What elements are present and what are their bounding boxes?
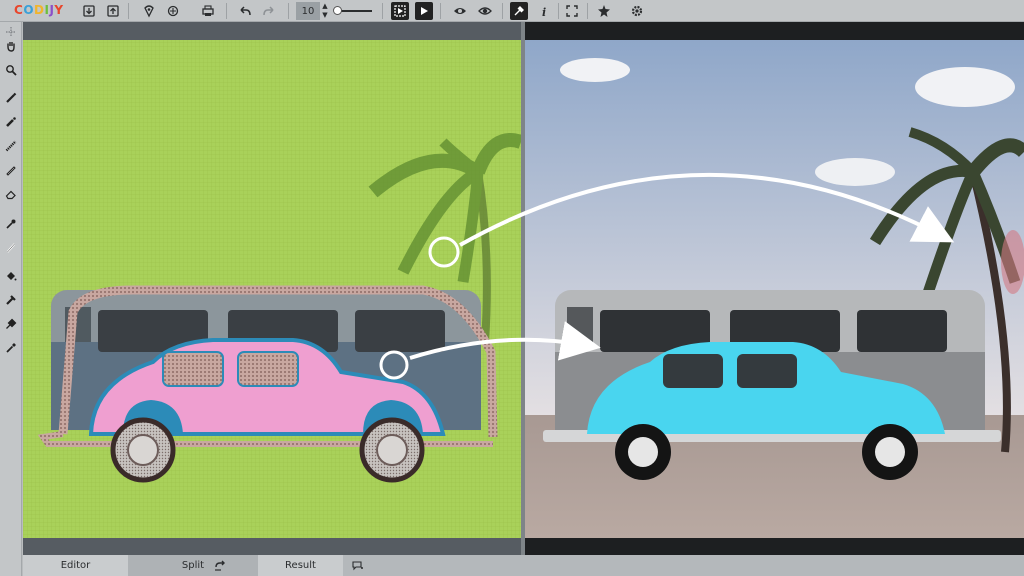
toolbar-separator (587, 3, 588, 19)
info-icon[interactable]: i (535, 2, 553, 20)
toolbar-separator (128, 3, 129, 19)
play-icon[interactable] (415, 2, 433, 20)
eyedropper-icon[interactable] (3, 340, 19, 356)
tab-editor[interactable]: Editor (23, 555, 128, 576)
result-image (525, 22, 1024, 555)
save-icon[interactable] (140, 2, 158, 20)
toolbar-separator (502, 3, 503, 19)
dropper-icon[interactable] (3, 216, 19, 232)
tab-result[interactable]: Result (258, 555, 343, 576)
editor-canvas[interactable] (23, 22, 521, 555)
tab-split[interactable]: Split (128, 555, 258, 576)
swap-panes-icon[interactable] (213, 558, 227, 572)
fit-screen-icon[interactable] (563, 2, 581, 20)
print-icon[interactable] (199, 2, 217, 20)
gear-icon[interactable] (628, 2, 646, 20)
toolbar-separator (440, 3, 441, 19)
hand-icon[interactable] (3, 38, 19, 54)
export-icon[interactable] (104, 2, 122, 20)
color-picker-icon[interactable] (510, 2, 528, 20)
show-strokes-icon[interactable] (451, 2, 469, 20)
logo-letter: Y (54, 3, 64, 17)
preview-mode-icon[interactable] (391, 2, 409, 20)
dashed-brush-icon[interactable] (3, 138, 19, 154)
brush-size-slider-thumb[interactable] (333, 6, 342, 15)
brush-size-field[interactable]: 10 (296, 2, 320, 20)
result-canvas[interactable] (525, 22, 1024, 555)
pencil-icon[interactable] (3, 90, 19, 106)
codijy-app: CODIJY 10 ▲ ▼ i Editor Split Result (0, 0, 1024, 576)
editor-image (23, 22, 521, 555)
swap-icon[interactable] (3, 316, 19, 332)
app-logo: CODIJY (14, 3, 64, 17)
line-icon[interactable] (3, 240, 19, 256)
toolbar-separator (558, 3, 559, 19)
marker-icon[interactable] (3, 114, 19, 130)
logo-letter: O (23, 3, 35, 17)
logo-letter: D (34, 3, 45, 17)
eraser-icon[interactable] (3, 186, 19, 202)
colorize-icon[interactable] (164, 2, 182, 20)
toolbar-separator (288, 3, 289, 19)
stamp-icon[interactable] (3, 292, 19, 308)
toolbar-separator (382, 3, 383, 19)
redo-icon[interactable] (260, 2, 278, 20)
show-masks-icon[interactable] (476, 2, 494, 20)
settings-icon[interactable] (595, 2, 613, 20)
fill-icon[interactable] (3, 268, 19, 284)
brush-size-stepper[interactable]: ▲ ▼ (321, 2, 329, 20)
open-icon[interactable] (80, 2, 98, 20)
outline-brush-icon[interactable] (3, 162, 19, 178)
svg-text:i: i (542, 6, 546, 18)
view-mode-bar: Editor Split Result (23, 555, 1024, 576)
comment-icon[interactable] (351, 558, 365, 572)
tool-palette (0, 22, 22, 576)
logo-letter: C (14, 3, 24, 17)
main-toolbar: CODIJY 10 ▲ ▼ i (0, 0, 1024, 22)
zoom-icon[interactable] (3, 62, 19, 78)
toolbar-separator (226, 3, 227, 19)
undo-icon[interactable] (236, 2, 254, 20)
